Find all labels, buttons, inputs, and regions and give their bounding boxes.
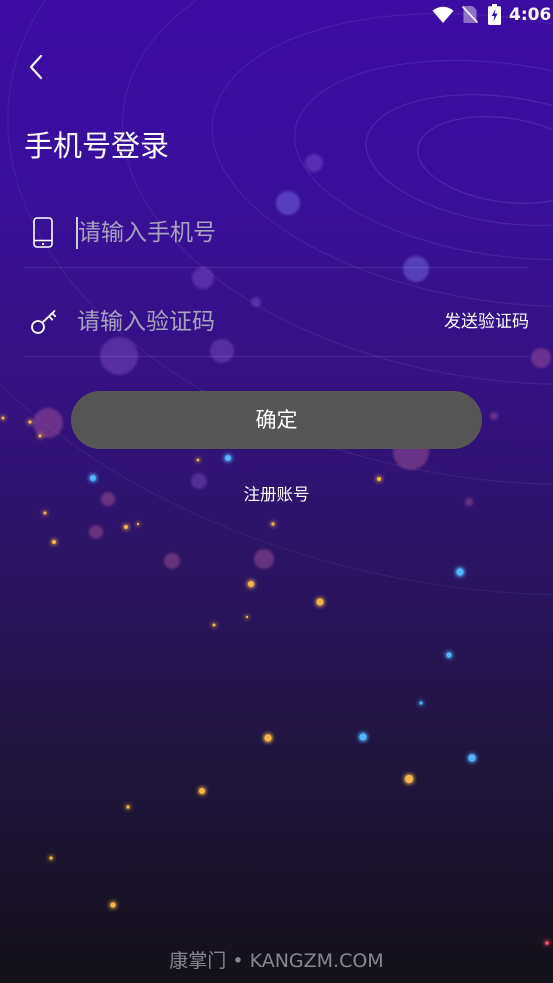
glow-particle	[419, 701, 423, 705]
glow-particle	[90, 475, 96, 481]
bokeh-particle	[192, 267, 214, 289]
bokeh-particle	[254, 549, 274, 569]
glow-particle	[264, 734, 272, 742]
orbit-ring	[7, 0, 553, 486]
glow-particle	[405, 775, 413, 783]
phone-icon	[33, 217, 53, 248]
key-icon	[31, 310, 57, 334]
login-screen: 4:06 手机号登录 发送验证码 确定 注册账号 康掌门 • KANGZM.CO…	[0, 0, 553, 983]
phone-number-input[interactable]	[78, 215, 498, 251]
glow-particle	[446, 652, 452, 658]
glow-particle	[225, 455, 231, 461]
register-link-container: 注册账号	[0, 484, 553, 506]
bokeh-particle	[164, 553, 180, 569]
glow-particle	[456, 568, 464, 576]
glow-particle	[359, 733, 367, 741]
glow-particle	[136, 522, 140, 526]
send-code-button[interactable]: 发送验证码	[444, 311, 529, 333]
bokeh-particle	[89, 525, 103, 539]
glow-particle	[1, 416, 5, 420]
wifi-icon	[432, 6, 454, 23]
verification-code-input[interactable]	[77, 304, 407, 340]
bokeh-particle	[531, 348, 551, 368]
glow-particle	[199, 788, 205, 794]
glow-particle	[468, 754, 476, 762]
register-account-link[interactable]: 注册账号	[244, 485, 310, 504]
glow-particle	[52, 540, 56, 544]
glow-particle	[28, 420, 32, 424]
watermark: 康掌门 • KANGZM.COM	[169, 950, 384, 972]
glow-particle	[43, 511, 47, 515]
phone-field-row	[24, 198, 529, 268]
glow-particle	[545, 941, 549, 945]
bokeh-particle	[305, 154, 323, 172]
glow-particle	[126, 805, 130, 809]
particles	[1, 154, 551, 945]
glow-particle	[110, 902, 116, 908]
status-time: 4:06	[509, 5, 552, 25]
glow-particle	[38, 434, 42, 438]
glow-particle	[316, 598, 324, 606]
back-chevron-icon[interactable]	[26, 52, 46, 82]
glow-particle	[271, 522, 275, 526]
glow-particle	[248, 581, 254, 587]
bokeh-particle	[33, 408, 63, 438]
glow-particle	[245, 615, 249, 619]
battery-charging-icon	[488, 4, 501, 25]
bokeh-particle	[490, 412, 498, 420]
glow-particle	[196, 458, 200, 462]
glow-particle	[377, 477, 381, 481]
confirm-button[interactable]: 确定	[71, 391, 482, 449]
no-sim-icon	[462, 5, 478, 24]
glow-particle	[49, 856, 53, 860]
glow-particle	[212, 623, 216, 627]
page-title: 手机号登录	[24, 129, 170, 163]
verification-code-field-row: 发送验证码	[24, 287, 529, 357]
glow-particle	[124, 525, 128, 529]
